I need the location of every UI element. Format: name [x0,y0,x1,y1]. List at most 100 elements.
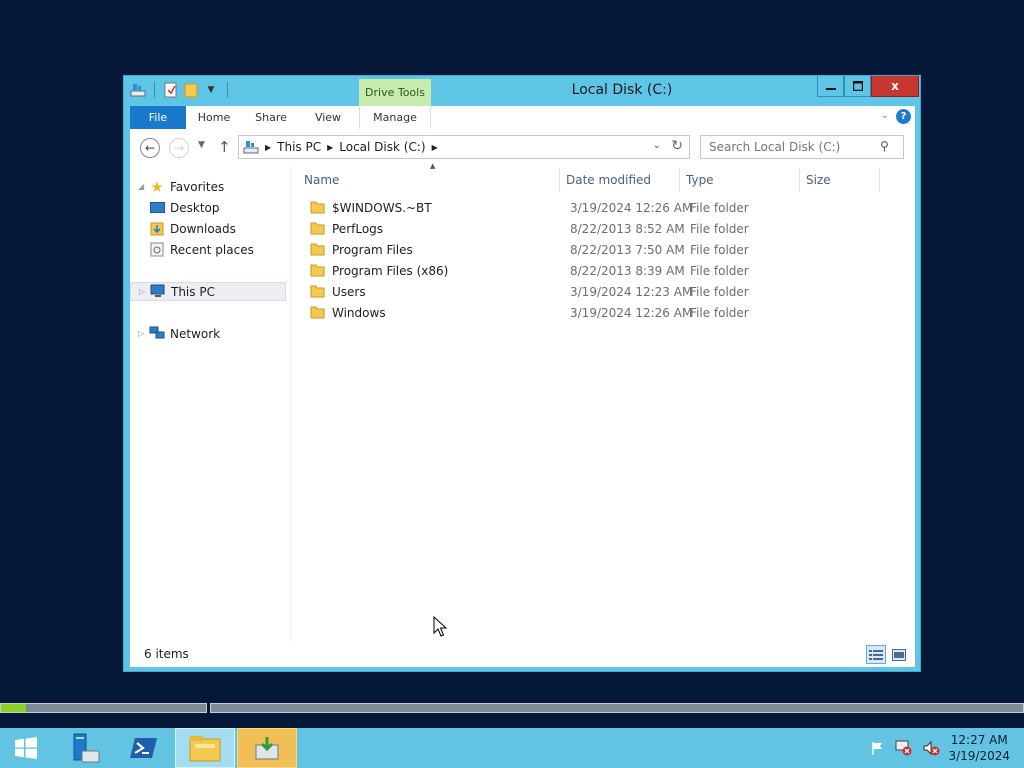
column-header-size[interactable]: Size [800,168,880,192]
star-icon: ★ [150,177,164,196]
nav-item-recent-places[interactable]: Recent places [130,240,288,259]
details-view-button[interactable] [866,645,886,664]
network-error-icon[interactable] [895,740,913,759]
explorer-window: ▼ Drive Tools Local Disk (C:) x File Hom… [123,75,921,672]
file-type: File folder [690,222,749,236]
breadcrumb-this-pc[interactable]: This PC [277,140,321,154]
navigation-pane: ◢ ★ Favorites Desktop Downloads Recent p… [130,166,290,641]
navigation-bar: ← → ▼ ↑ ▶ This PC ▶ Local Disk (C:) ▶ ⌄ … [130,129,915,166]
recent-locations-icon[interactable]: ▼ [198,140,205,150]
taskbar: 12:27 AM 3/19/2024 [0,728,1024,768]
title-bar[interactable]: ▼ Drive Tools Local Disk (C:) x [124,76,920,106]
item-count: 6 items [144,647,189,661]
action-center-flag-icon[interactable] [870,740,886,759]
file-row[interactable]: Program Files 8/22/2013 7:50 AM File fol… [298,240,888,261]
expand-icon[interactable]: ▷ [139,287,149,296]
status-bar: 6 items [130,641,915,667]
system-tray [870,740,940,759]
file-type: File folder [690,264,749,278]
nav-item-desktop[interactable]: Desktop [130,198,288,217]
large-icons-view-button[interactable] [889,645,909,664]
address-history-icon[interactable]: ⌄ [653,140,661,151]
mouse-cursor-icon [433,616,447,637]
tab-view[interactable]: View [300,106,356,129]
refresh-icon[interactable]: ↻ [671,138,683,154]
folder-icon [310,284,325,301]
file-name: PerfLogs [332,222,384,236]
file-row[interactable]: PerfLogs 8/22/2013 8:52 AM File folder [298,219,888,240]
nav-item-label: Downloads [170,221,236,236]
file-name: Windows [332,306,386,320]
forward-button[interactable]: → [169,138,189,158]
folder-icon [310,200,325,217]
computer-icon [149,284,167,299]
ribbon-expand-icon[interactable]: ⌄ [881,110,889,121]
progress-bar [0,703,207,713]
nav-item-label: Favorites [170,179,225,194]
help-icon[interactable]: ? [896,109,911,124]
nav-item-favorites[interactable]: ◢ ★ Favorites [130,177,288,196]
nav-item-label: Recent places [170,242,254,257]
breadcrumb-local-disk[interactable]: Local Disk (C:) [339,140,425,154]
column-header-type[interactable]: Type [680,168,800,192]
taskbar-server-manager[interactable] [57,728,112,768]
file-type: File folder [690,201,749,215]
collapse-icon[interactable]: ◢ [138,182,148,191]
windows-start-icon [15,737,37,759]
volume-muted-icon[interactable] [922,740,940,759]
content-area: ◢ ★ Favorites Desktop Downloads Recent p… [130,162,915,641]
breadcrumb-arrow-icon[interactable]: ▶ [265,143,271,152]
file-type: File folder [690,306,749,320]
breadcrumb-arrow-icon[interactable]: ▶ [327,143,333,152]
tab-share[interactable]: Share [242,106,300,129]
up-button[interactable]: ↑ [218,138,231,156]
file-name: Users [332,285,366,299]
nav-item-downloads[interactable]: Downloads [130,219,288,238]
large-icons-view-icon [892,648,906,661]
folder-icon [310,221,325,238]
tab-file[interactable]: File [130,106,186,129]
file-type: File folder [690,285,749,299]
progress-fill [1,704,26,712]
folder-icon [310,263,325,280]
nav-item-this-pc[interactable]: ▷ This PC [130,282,286,301]
desktop-icon [148,201,166,214]
start-button[interactable] [0,728,52,768]
progress-track [210,703,1024,713]
search-input[interactable] [700,135,904,159]
search-icon[interactable]: ⚲ [880,139,889,153]
maximize-button[interactable] [844,76,871,97]
file-row[interactable]: Users 3/19/2024 12:23 AM File folder [298,282,888,303]
file-date: 8/22/2013 7:50 AM [570,243,685,257]
file-date: 3/19/2024 12:23 AM [570,285,693,299]
network-icon [148,326,166,341]
taskbar-clock[interactable]: 12:27 AM 3/19/2024 [948,732,1010,764]
column-header-date-modified[interactable]: Date modified [560,168,680,192]
expand-icon[interactable]: ▷ [138,329,148,338]
taskbar-active-app[interactable] [237,728,297,768]
close-button[interactable]: x [871,76,919,97]
column-header-name[interactable]: Name [298,168,560,192]
clock-time: 12:27 AM [950,733,1008,747]
file-row[interactable]: $WINDOWS.~BT 3/19/2024 12:26 AM File fol… [298,198,888,219]
file-name: $WINDOWS.~BT [332,201,432,215]
details-view-icon [869,649,883,660]
progress-strip [0,703,1024,713]
tab-manage[interactable]: Manage [359,106,431,129]
breadcrumb-arrow-icon[interactable]: ▶ [432,143,438,152]
back-button[interactable]: ← [140,138,160,158]
taskbar-file-explorer[interactable] [175,728,235,768]
folder-icon [310,242,325,259]
taskbar-powershell[interactable] [116,728,171,768]
tab-home[interactable]: Home [186,106,242,129]
minimize-button[interactable] [817,76,844,97]
folder-icon [310,305,325,322]
nav-item-network[interactable]: ▷ Network [130,324,288,343]
address-bar[interactable]: ▶ This PC ▶ Local Disk (C:) ▶ ⌄ ↻ [238,135,690,159]
pane-divider[interactable] [290,166,291,641]
file-row[interactable]: Windows 3/19/2024 12:26 AM File folder [298,303,888,324]
server-manager-icon [73,733,99,763]
file-row[interactable]: Program Files (x86) 8/22/2013 8:39 AM Fi… [298,261,888,282]
file-date: 3/19/2024 12:26 AM [570,201,693,215]
nav-item-label: Network [170,326,221,341]
